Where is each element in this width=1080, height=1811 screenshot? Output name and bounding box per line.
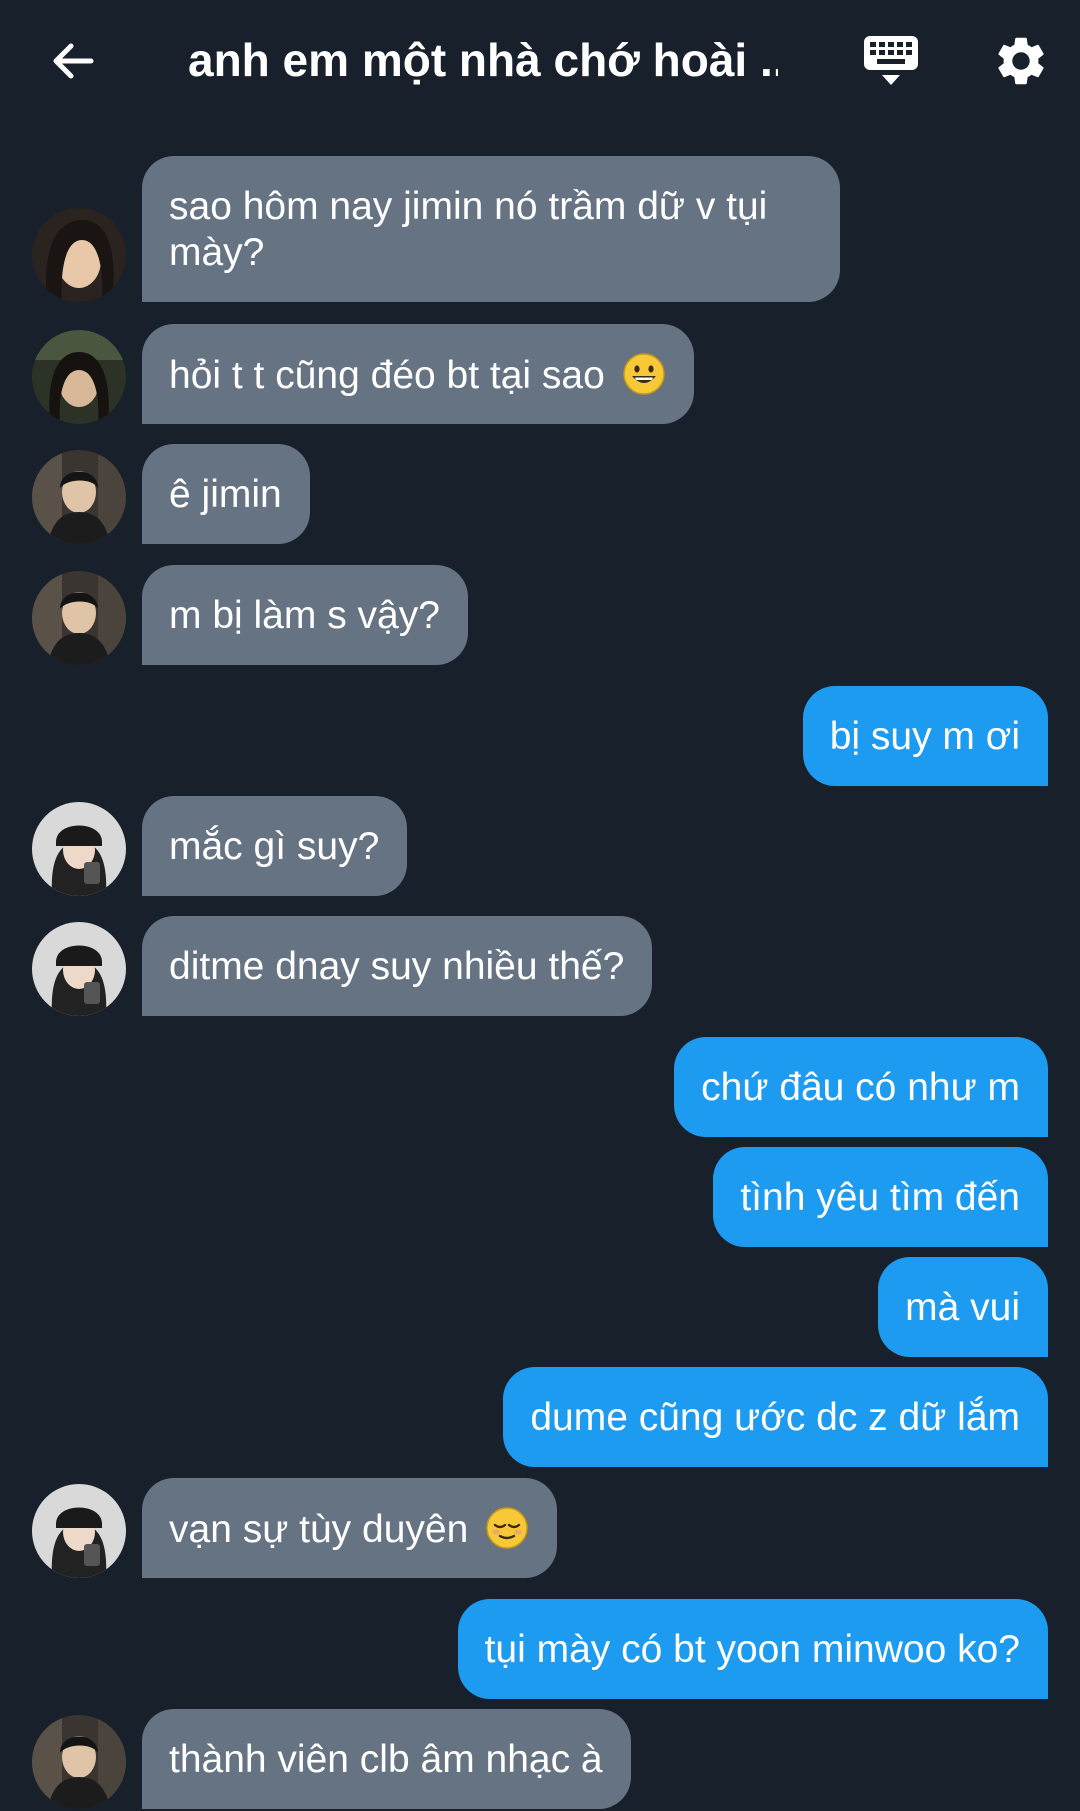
avatar-girl-2 xyxy=(32,330,126,424)
message-bubble-incoming[interactable]: thành viên clb âm nhạc à xyxy=(142,1709,631,1809)
message-bubble-outgoing[interactable]: tụi mày có bt yoon minwoo ko? xyxy=(457,1599,1048,1699)
avatar-boy xyxy=(32,450,126,544)
keyboard-button[interactable] xyxy=(855,25,927,97)
message-bubble-outgoing[interactable]: dume cũng ước dc z dữ lắm xyxy=(503,1367,1048,1467)
message-bubble-incoming[interactable]: mắc gì suy? xyxy=(142,796,408,896)
grinning-face-icon xyxy=(622,353,665,395)
message-text: sao hôm nay jimin nó trầm dữ v tụi mày? xyxy=(169,185,768,274)
conversation-title[interactable]: anh em một nhà chớ hoài ... xyxy=(188,30,778,90)
avatar-boy xyxy=(32,1715,126,1809)
chat-screen: anh em một nhà chớ hoài ... sao hôm nay … xyxy=(0,0,1080,1811)
message-text: m bị làm s vậy? xyxy=(169,594,440,637)
message-text: mà vui xyxy=(905,1286,1020,1329)
avatar[interactable] xyxy=(32,330,126,424)
message-bubble-outgoing[interactable]: chứ đâu có như m xyxy=(674,1037,1048,1137)
avatar[interactable] xyxy=(32,1715,126,1809)
message-text: tình yêu tìm đến xyxy=(740,1176,1020,1219)
message-bubble-incoming[interactable]: m bị làm s vậy? xyxy=(142,565,468,665)
avatar[interactable] xyxy=(32,922,126,1016)
message-text: vạn sự tùy duyên xyxy=(169,1508,469,1551)
avatar-girl-cap xyxy=(32,1484,126,1578)
message-text: mắc gì suy? xyxy=(169,825,380,868)
message-bubble-outgoing[interactable]: mà vui xyxy=(878,1257,1048,1357)
back-button[interactable] xyxy=(40,28,106,94)
settings-button[interactable] xyxy=(985,25,1057,97)
avatar-boy xyxy=(32,571,126,665)
message-text: dume cũng ước dc z dữ lắm xyxy=(530,1396,1020,1439)
relieved-face-icon xyxy=(486,1507,528,1549)
arrow-left-icon xyxy=(53,43,94,79)
avatar-girl-cap xyxy=(32,802,126,896)
message-bubble-incoming[interactable]: sao hôm nay jimin nó trầm dữ v tụi mày? xyxy=(142,156,840,302)
message-text: thành viên clb âm nhạc à xyxy=(169,1738,603,1781)
avatar[interactable] xyxy=(32,802,126,896)
avatar[interactable] xyxy=(32,208,126,302)
keyboard-icon xyxy=(864,36,918,85)
message-bubble-incoming[interactable]: ditme dnay suy nhiều thế? xyxy=(142,916,653,1016)
message-text: ê jimin xyxy=(169,473,282,516)
message-bubble-outgoing[interactable]: bị suy m ơi xyxy=(802,686,1048,786)
message-bubble-incoming[interactable]: vạn sự tùy duyên xyxy=(142,1478,558,1578)
message-text: hỏi t t cũng đéo bt tại sao xyxy=(169,354,605,397)
message-bubble-outgoing[interactable]: tình yêu tìm đến xyxy=(713,1147,1048,1247)
message-text: tụi mày có bt yoon minwoo ko? xyxy=(484,1628,1020,1671)
message-text: ditme dnay suy nhiều thế? xyxy=(169,945,625,988)
avatar-girl-1 xyxy=(32,208,126,302)
avatar-girl-cap xyxy=(32,922,126,1016)
avatar[interactable] xyxy=(32,450,126,544)
message-text: chứ đâu có như m xyxy=(701,1066,1020,1109)
message-bubble-incoming[interactable]: hỏi t t cũng đéo bt tại sao xyxy=(142,324,694,424)
gear-icon xyxy=(998,37,1044,85)
avatar[interactable] xyxy=(32,571,126,665)
message-bubble-incoming[interactable]: ê jimin xyxy=(142,444,310,544)
avatar[interactable] xyxy=(32,1484,126,1578)
chat-header: anh em một nhà chớ hoài ... xyxy=(0,0,1080,130)
message-text: bị suy m ơi xyxy=(829,715,1020,758)
